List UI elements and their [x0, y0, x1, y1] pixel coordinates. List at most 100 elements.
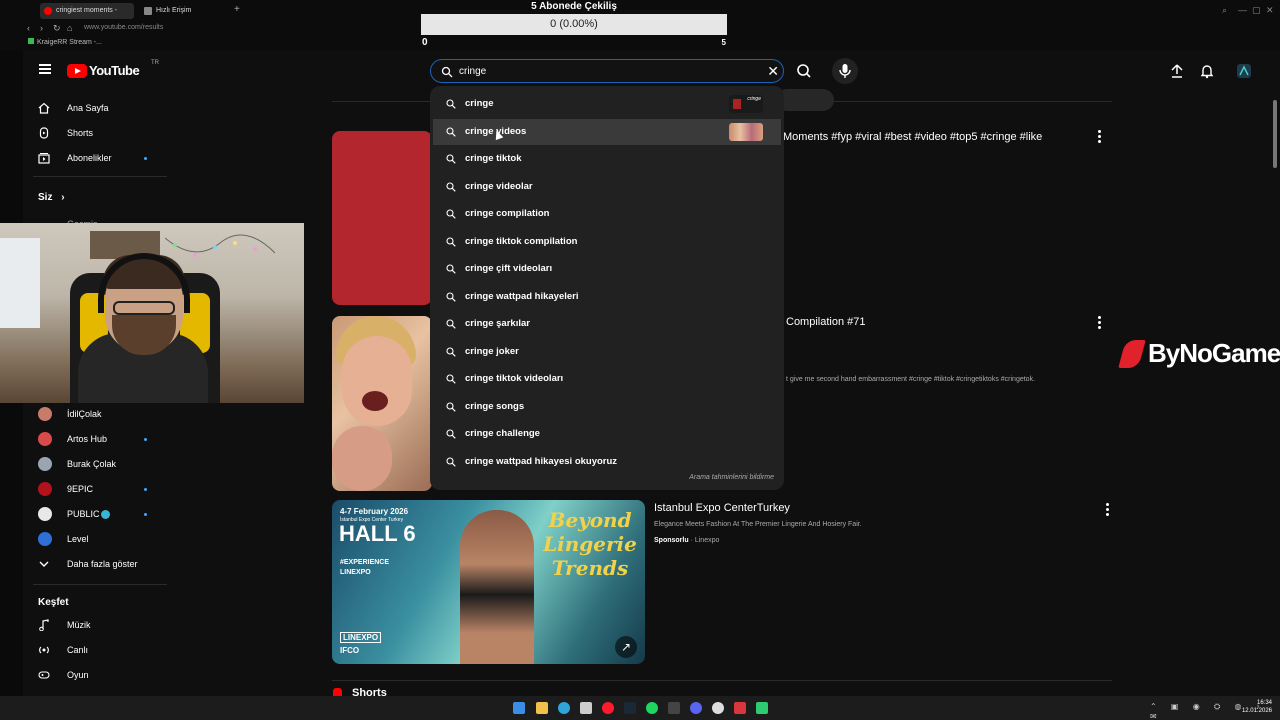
webcam-window	[0, 238, 40, 328]
suggestion-thumbnail	[729, 122, 763, 141]
video-description: t give me second hand embarrassment #cri…	[786, 376, 1036, 383]
browser-tab-active[interactable]: cringiest moments - YouT...	[40, 3, 134, 30]
app-icon[interactable]	[756, 702, 768, 714]
filter-chip[interactable]	[776, 89, 834, 111]
search-suggestion[interactable]: cringe songs	[433, 394, 781, 420]
ad-thumbnail[interactable]: 4-7 February 2026 İstanbul Expo Center T…	[332, 500, 645, 664]
upload-icon[interactable]	[1169, 63, 1185, 79]
menu-icon[interactable]	[39, 64, 51, 74]
search-button[interactable]	[791, 58, 817, 84]
ad-thumb-hall: HALL 6	[339, 521, 416, 546]
search-suggestion[interactable]: cringe compilation	[433, 201, 781, 227]
sidebar-item-subscriptions[interactable]: Abonelikler	[23, 146, 173, 170]
search-suggestion[interactable]: cringe joker	[433, 339, 781, 365]
search-suggestion[interactable]: cringe cringe	[433, 91, 781, 117]
more-options-icon[interactable]	[1098, 316, 1102, 331]
search-suggestion[interactable]: cringe tiktok	[433, 146, 781, 172]
search-suggestion[interactable]: cringe wattpad hikayeleri	[433, 284, 781, 310]
spotify-icon[interactable]	[646, 702, 658, 714]
edge-icon[interactable]	[558, 702, 570, 714]
ad-thumb-slogan: Beyond Lingerie Trends	[543, 508, 637, 580]
url-field[interactable]: www.youtube.com/results	[84, 24, 163, 31]
sidebar-subscription[interactable]: Level	[23, 527, 173, 551]
back-icon[interactable]: ‹	[27, 23, 30, 33]
video-thumbnail[interactable]	[332, 316, 432, 491]
video-title[interactable]: Compilation #71	[786, 316, 866, 328]
sidebar-subscription[interactable]: İdilÇolak	[23, 402, 173, 426]
sidebar-section-you[interactable]: Siz ›	[38, 192, 65, 203]
advertiser-name[interactable]: Linexpo	[695, 537, 720, 544]
subscriptions-icon	[38, 153, 50, 164]
clear-search-icon[interactable]: ✕	[767, 63, 779, 79]
sidebar-subscription[interactable]: Artos Hub	[23, 427, 173, 451]
new-tab-icon[interactable]: +	[234, 5, 240, 15]
video-thumbnail[interactable]	[332, 131, 432, 305]
ad-model-figure	[460, 510, 534, 664]
minimize-icon[interactable]: —	[1238, 5, 1247, 15]
forward-icon[interactable]: ›	[40, 23, 43, 33]
sidebar-item-label: Daha fazla göster	[67, 559, 138, 569]
search-icon	[441, 66, 453, 78]
sidebar-subscription[interactable]: PUBLIC	[23, 502, 173, 526]
steam-icon[interactable]	[624, 702, 636, 714]
new-content-dot	[144, 157, 147, 160]
thumbnail-person	[362, 391, 388, 411]
app-icon[interactable]	[580, 702, 592, 714]
channel-avatar	[38, 507, 52, 521]
sidebar-subscription[interactable]: 9EPIC	[23, 477, 173, 501]
suggestion-thumbnail: cringe	[729, 95, 763, 113]
more-options-icon[interactable]	[1106, 503, 1110, 518]
page-scrollbar[interactable]	[1273, 100, 1277, 168]
voice-search-button[interactable]	[832, 58, 858, 84]
account-avatar-icon[interactable]	[1236, 63, 1252, 79]
search-input[interactable]	[459, 63, 759, 79]
sidebar-section-explore: Keşfet	[38, 597, 69, 608]
search-suggestion[interactable]: cringe şarkılar	[433, 311, 781, 337]
sidebar-subscription[interactable]: Burak Çolak	[23, 452, 173, 476]
ifco-logo: IFCO	[340, 646, 360, 655]
ad-title[interactable]: Istanbul Expo CenterTurkey	[654, 502, 790, 514]
search-suggestion[interactable]: cringe tiktok videoları	[433, 366, 781, 392]
new-content-dot	[144, 513, 147, 516]
search-tabs-icon[interactable]: ⌕	[1222, 5, 1227, 16]
app-icon[interactable]	[734, 702, 746, 714]
close-window-icon[interactable]: ✕	[1266, 5, 1274, 16]
obs-icon[interactable]	[712, 702, 724, 714]
report-predictions-link[interactable]: Arama tahminlerini bildirme	[689, 474, 774, 481]
browser-tab-quick-access[interactable]: Hızlı Erişim	[140, 3, 230, 19]
home-browser-icon[interactable]: ⌂	[67, 23, 72, 33]
external-link-icon[interactable]: ↗	[615, 636, 637, 658]
sidebar-item-music[interactable]: Müzik	[23, 613, 173, 637]
sidebar-item-shorts[interactable]: Shorts	[23, 121, 173, 145]
search-icon	[446, 401, 456, 412]
search-suggestion[interactable]: cringe wattpad hikayesi okuyoruz	[433, 449, 781, 475]
reload-icon[interactable]: ↻	[53, 23, 61, 34]
sidebar-item-live[interactable]: Canlı	[23, 638, 173, 662]
more-options-icon[interactable]	[1098, 130, 1102, 145]
search-suggestion[interactable]: cringe videos	[433, 118, 781, 145]
search-suggestion[interactable]: cringe tiktok compilation	[433, 229, 781, 255]
search-suggestion[interactable]: cringe çift videoları	[433, 256, 781, 282]
taskbar-clock[interactable]: 16:34 12.01.2026	[1242, 699, 1272, 715]
sidebar-item-home[interactable]: Ana Sayfa	[23, 96, 173, 120]
file-explorer-icon[interactable]	[536, 702, 548, 714]
giveaway-max: 5	[721, 38, 726, 47]
notifications-bell-icon[interactable]	[1199, 63, 1215, 79]
suggestion-text: cringe joker	[465, 345, 519, 357]
opera-gx-icon[interactable]	[602, 702, 614, 714]
sidebar-show-more[interactable]: Daha fazla göster	[23, 552, 173, 576]
bookmark-item[interactable]: KraigeRR Stream -...	[28, 38, 102, 46]
video-title[interactable]: Moments #fyp #viral #best #video #top5 #…	[783, 131, 1042, 143]
ad-description: Elegance Meets Fashion At The Premier Li…	[654, 521, 862, 528]
discord-icon[interactable]	[690, 702, 702, 714]
terminal-icon[interactable]	[668, 702, 680, 714]
search-icon	[446, 429, 456, 439]
search-box[interactable]: ✕	[430, 59, 784, 83]
search-suggestion[interactable]: cringe videolar	[433, 174, 781, 200]
new-content-dot	[144, 438, 147, 441]
start-icon[interactable]	[513, 702, 525, 714]
search-suggestion[interactable]: cringe challenge	[433, 421, 781, 447]
sidebar-item-gaming[interactable]: Oyun	[23, 663, 173, 687]
maximize-icon[interactable]: ▢	[1252, 5, 1261, 16]
thumbnail-person	[332, 426, 392, 491]
